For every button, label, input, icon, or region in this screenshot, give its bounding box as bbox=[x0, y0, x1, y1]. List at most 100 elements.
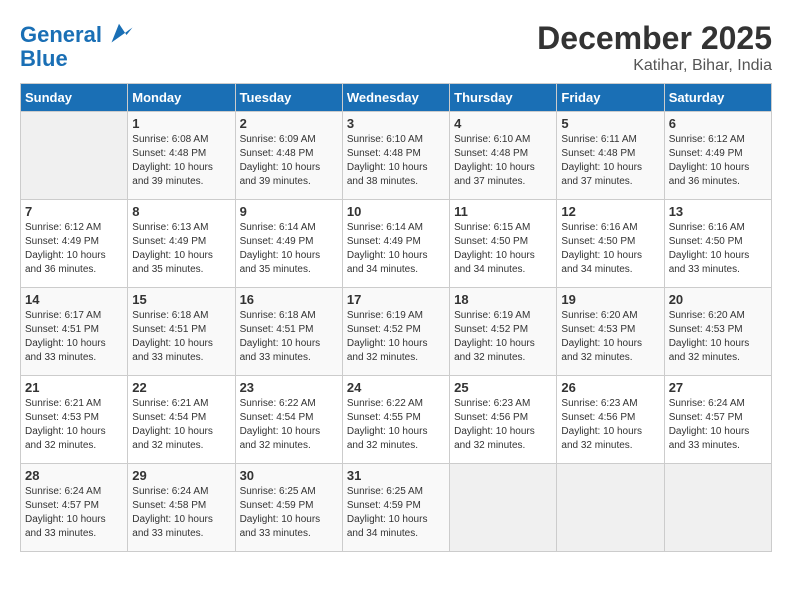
day-number: 23 bbox=[240, 380, 338, 395]
calendar-cell: 13 Sunrise: 6:16 AMSunset: 4:50 PMDayligh… bbox=[664, 200, 771, 288]
title-area: December 2025 Katihar, Bihar, India bbox=[537, 20, 772, 75]
day-info: Sunrise: 6:13 AMSunset: 4:49 PMDaylight:… bbox=[132, 221, 230, 277]
location: Katihar, Bihar, India bbox=[537, 57, 772, 75]
day-number: 20 bbox=[669, 292, 767, 307]
day-info: Sunrise: 6:10 AMSunset: 4:48 PMDaylight:… bbox=[454, 133, 552, 189]
column-header-thursday: Thursday bbox=[450, 84, 557, 112]
day-info: Sunrise: 6:12 AMSunset: 4:49 PMDaylight:… bbox=[669, 133, 767, 189]
day-number: 10 bbox=[347, 204, 445, 219]
calendar-cell: 31Sunrise: 6:25 AMSunset: 4:59 PMDayligh… bbox=[342, 464, 449, 552]
day-number: 26 bbox=[561, 380, 659, 395]
day-info: Sunrise: 6:21 AMSunset: 4:54 PMDaylight:… bbox=[132, 397, 230, 453]
day-number: 8 bbox=[132, 204, 230, 219]
column-header-wednesday: Wednesday bbox=[342, 84, 449, 112]
day-info: Sunrise: 6:18 AMSunset: 4:51 PMDaylight:… bbox=[132, 309, 230, 365]
calendar-cell: 11Sunrise: 6:15 AMSunset: 4:50 PMDayligh… bbox=[450, 200, 557, 288]
calendar-cell: 1 Sunrise: 6:08 AMSunset: 4:48 PMDaylight… bbox=[128, 112, 235, 200]
calendar-week-row: 7Sunrise: 6:12 AMSunset: 4:49 PMDaylight… bbox=[21, 200, 772, 288]
day-number: 2 bbox=[240, 116, 338, 131]
day-info: Sunrise: 6:14 AMSunset: 4:49 PMDaylight:… bbox=[240, 221, 338, 277]
column-header-friday: Friday bbox=[557, 84, 664, 112]
calendar-cell: 26Sunrise: 6:23 AMSunset: 4:56 PMDayligh… bbox=[557, 376, 664, 464]
logo: General Blue bbox=[20, 20, 134, 72]
calendar-cell: 16Sunrise: 6:18 AMSunset: 4:51 PMDayligh… bbox=[235, 288, 342, 376]
day-number: 3 bbox=[347, 116, 445, 131]
calendar-week-row: 1 Sunrise: 6:08 AMSunset: 4:48 PMDaylight… bbox=[21, 112, 772, 200]
day-number: 31 bbox=[347, 468, 445, 483]
logo-text: General bbox=[20, 23, 102, 47]
day-number: 25 bbox=[454, 380, 552, 395]
day-number: 18 bbox=[454, 292, 552, 307]
day-number: 12 bbox=[561, 204, 659, 219]
calendar-cell: 12 Sunrise: 6:16 AMSunset: 4:50 PMDayligh… bbox=[557, 200, 664, 288]
day-info: Sunrise: 6:21 AMSunset: 4:53 PMDaylight:… bbox=[25, 397, 123, 453]
calendar-cell: 4 Sunrise: 6:10 AMSunset: 4:48 PMDaylight… bbox=[450, 112, 557, 200]
calendar-cell bbox=[557, 464, 664, 552]
day-number: 30 bbox=[240, 468, 338, 483]
calendar-cell: 3 Sunrise: 6:10 AMSunset: 4:48 PMDaylight… bbox=[342, 112, 449, 200]
calendar-cell: 25 Sunrise: 6:23 AMSunset: 4:56 PMDayligh… bbox=[450, 376, 557, 464]
calendar-cell: 22 Sunrise: 6:21 AMSunset: 4:54 PMDayligh… bbox=[128, 376, 235, 464]
page-header: General Blue December 2025 Katihar, Biha… bbox=[20, 20, 772, 75]
day-number: 9 bbox=[240, 204, 338, 219]
calendar-cell: 17 Sunrise: 6:19 AMSunset: 4:52 PMDayligh… bbox=[342, 288, 449, 376]
day-number: 28 bbox=[25, 468, 123, 483]
day-number: 7 bbox=[25, 204, 123, 219]
day-info: Sunrise: 6:08 AMSunset: 4:48 PMDaylight:… bbox=[132, 133, 230, 189]
day-info: Sunrise: 6:22 AMSunset: 4:54 PMDaylight:… bbox=[240, 397, 338, 453]
day-info: Sunrise: 6:14 AMSunset: 4:49 PMDaylight:… bbox=[347, 221, 445, 277]
day-info: Sunrise: 6:19 AMSunset: 4:52 PMDaylight:… bbox=[347, 309, 445, 365]
calendar-table: SundayMondayTuesdayWednesdayThursdayFrid… bbox=[20, 83, 772, 552]
day-number: 13 bbox=[669, 204, 767, 219]
calendar-cell: 5Sunrise: 6:11 AMSunset: 4:48 PMDaylight… bbox=[557, 112, 664, 200]
calendar-cell: 10 Sunrise: 6:14 AMSunset: 4:49 PMDayligh… bbox=[342, 200, 449, 288]
column-header-monday: Monday bbox=[128, 84, 235, 112]
calendar-cell: 29 Sunrise: 6:24 AMSunset: 4:58 PMDayligh… bbox=[128, 464, 235, 552]
calendar-week-row: 28Sunrise: 6:24 AMSunset: 4:57 PMDayligh… bbox=[21, 464, 772, 552]
day-info: Sunrise: 6:09 AMSunset: 4:48 PMDaylight:… bbox=[240, 133, 338, 189]
day-info: Sunrise: 6:20 AMSunset: 4:53 PMDaylight:… bbox=[669, 309, 767, 365]
calendar-cell: 23 Sunrise: 6:22 AMSunset: 4:54 PMDayligh… bbox=[235, 376, 342, 464]
calendar-cell: 15Sunrise: 6:18 AMSunset: 4:51 PMDayligh… bbox=[128, 288, 235, 376]
day-number: 11 bbox=[454, 204, 552, 219]
column-header-sunday: Sunday bbox=[21, 84, 128, 112]
month-title: December 2025 bbox=[537, 20, 772, 57]
calendar-cell: 14Sunrise: 6:17 AMSunset: 4:51 PMDayligh… bbox=[21, 288, 128, 376]
calendar-cell: 7Sunrise: 6:12 AMSunset: 4:49 PMDaylight… bbox=[21, 200, 128, 288]
day-number: 1 bbox=[132, 116, 230, 131]
calendar-cell: 6Sunrise: 6:12 AMSunset: 4:49 PMDaylight… bbox=[664, 112, 771, 200]
day-info: Sunrise: 6:19 AMSunset: 4:52 PMDaylight:… bbox=[454, 309, 552, 365]
day-info: Sunrise: 6:17 AMSunset: 4:51 PMDaylight:… bbox=[25, 309, 123, 365]
column-header-tuesday: Tuesday bbox=[235, 84, 342, 112]
day-info: Sunrise: 6:23 AMSunset: 4:56 PMDaylight:… bbox=[454, 397, 552, 453]
calendar-week-row: 21 Sunrise: 6:21 AMSunset: 4:53 PMDayligh… bbox=[21, 376, 772, 464]
day-number: 17 bbox=[347, 292, 445, 307]
day-info: Sunrise: 6:22 AMSunset: 4:55 PMDaylight:… bbox=[347, 397, 445, 453]
day-number: 29 bbox=[132, 468, 230, 483]
calendar-week-row: 14Sunrise: 6:17 AMSunset: 4:51 PMDayligh… bbox=[21, 288, 772, 376]
column-header-saturday: Saturday bbox=[664, 84, 771, 112]
day-info: Sunrise: 6:25 AMSunset: 4:59 PMDaylight:… bbox=[240, 485, 338, 541]
calendar-cell: 2 Sunrise: 6:09 AMSunset: 4:48 PMDaylight… bbox=[235, 112, 342, 200]
calendar-cell: 20 Sunrise: 6:20 AMSunset: 4:53 PMDayligh… bbox=[664, 288, 771, 376]
day-info: Sunrise: 6:24 AMSunset: 4:58 PMDaylight:… bbox=[132, 485, 230, 541]
day-number: 21 bbox=[25, 380, 123, 395]
day-number: 5 bbox=[561, 116, 659, 131]
day-number: 24 bbox=[347, 380, 445, 395]
day-info: Sunrise: 6:16 AMSunset: 4:50 PMDaylight:… bbox=[669, 221, 767, 277]
calendar-cell: 27Sunrise: 6:24 AMSunset: 4:57 PMDayligh… bbox=[664, 376, 771, 464]
day-info: Sunrise: 6:16 AMSunset: 4:50 PMDaylight:… bbox=[561, 221, 659, 277]
calendar-cell bbox=[450, 464, 557, 552]
calendar-body: 1 Sunrise: 6:08 AMSunset: 4:48 PMDaylight… bbox=[21, 112, 772, 552]
calendar-cell: 30 Sunrise: 6:25 AMSunset: 4:59 PMDayligh… bbox=[235, 464, 342, 552]
day-number: 4 bbox=[454, 116, 552, 131]
day-info: Sunrise: 6:18 AMSunset: 4:51 PMDaylight:… bbox=[240, 309, 338, 365]
calendar-cell: 24 Sunrise: 6:22 AMSunset: 4:55 PMDayligh… bbox=[342, 376, 449, 464]
day-info: Sunrise: 6:24 AMSunset: 4:57 PMDaylight:… bbox=[669, 397, 767, 453]
calendar-cell: 8 Sunrise: 6:13 AMSunset: 4:49 PMDaylight… bbox=[128, 200, 235, 288]
calendar-cell bbox=[664, 464, 771, 552]
day-number: 22 bbox=[132, 380, 230, 395]
day-info: Sunrise: 6:20 AMSunset: 4:53 PMDaylight:… bbox=[561, 309, 659, 365]
day-info: Sunrise: 6:10 AMSunset: 4:48 PMDaylight:… bbox=[347, 133, 445, 189]
calendar-cell: 19Sunrise: 6:20 AMSunset: 4:53 PMDayligh… bbox=[557, 288, 664, 376]
